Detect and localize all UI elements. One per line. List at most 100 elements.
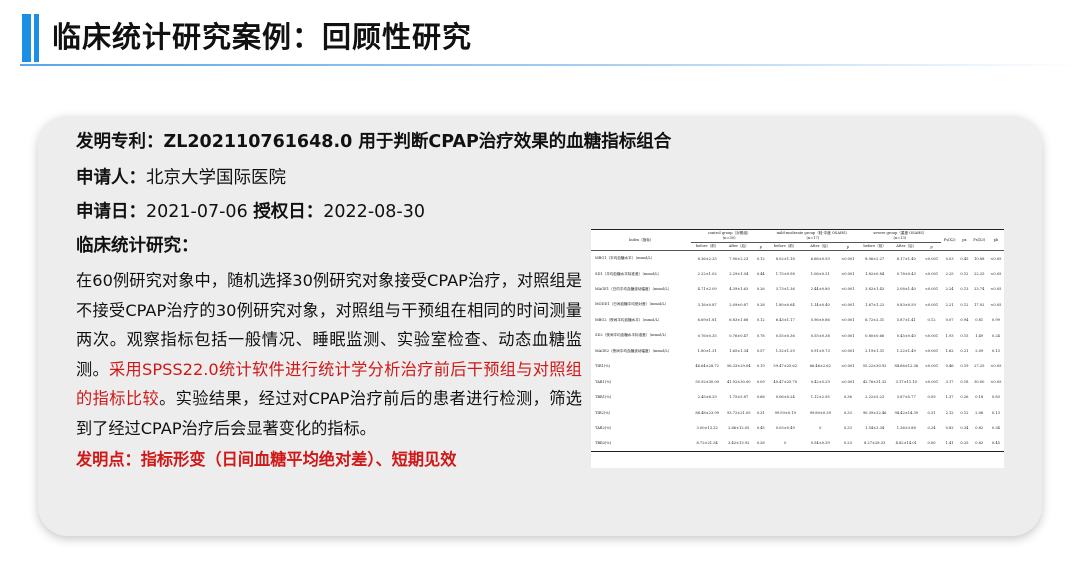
table-cell: <0.001 xyxy=(924,302,939,307)
table-row: MAGE2（夜间平均血糖波动幅度）（mmol/L） 1.80±1.31 1.65±1… xyxy=(591,343,1004,358)
table-cell: 1.65±1.34 xyxy=(729,349,749,354)
table-cell: 0.36 xyxy=(843,395,852,400)
table-cell: 1.41 xyxy=(940,435,959,453)
table-header-index: Index（指标） xyxy=(591,229,692,251)
table-cell: 99.80±0.39 xyxy=(809,410,831,415)
table-cell: 8.36±2.33 xyxy=(697,256,717,261)
table-cell: <0.001 xyxy=(841,379,855,384)
table-cell: 17.92 xyxy=(974,302,985,307)
table-cell: 4.39±1.63 xyxy=(729,287,749,292)
table-cell: 1.80±1.31 xyxy=(697,349,717,354)
table-cell: 1.75±5.87 xyxy=(729,395,749,400)
applicant-value: 北京大学国际医院 xyxy=(146,168,286,188)
table-cell: 0.12 xyxy=(960,410,969,415)
table-cell: <0.001 xyxy=(924,349,939,354)
table-cell: 0.26 xyxy=(754,435,767,453)
table-cell: 0.46 xyxy=(945,364,954,369)
table-header-fs3: Fs(X3) xyxy=(970,229,988,251)
table-cell: 2.22±1.02 xyxy=(697,272,717,277)
table-cell: <0.001 xyxy=(841,287,855,292)
table-cell: 2.24 xyxy=(945,287,954,292)
table-cell-index: MAGE1（日内平均血糖波动幅度）（mmol/L） xyxy=(595,286,672,291)
table-cell: <0.001 xyxy=(841,333,855,338)
table-cell: 1.67±1.22 xyxy=(865,302,885,307)
table-cell: 0.55±0.36 xyxy=(775,333,795,338)
table-cell: 93.72±21.05 xyxy=(726,410,751,415)
table-cell: 0.06±0.24 xyxy=(775,395,795,400)
table-cell: 0.78±0.43 xyxy=(896,272,916,277)
table-cell: <0.05 xyxy=(990,272,1002,277)
table-cell: 2.45±6.29 xyxy=(697,395,717,400)
sub-header: p xyxy=(754,242,767,251)
table-cell: 3.17±11.10 xyxy=(895,379,917,384)
table-cell: 0.91±0.73 xyxy=(810,349,830,354)
table-cell: <0.001 xyxy=(841,272,855,277)
table-cell: 5.87±1.41 xyxy=(896,318,916,323)
sub-header: After（后） xyxy=(890,242,923,251)
table-cell: 0.45 xyxy=(987,435,1004,453)
table-group-mild: mild-moderate group（轻-中度 OSAHS） (n=17) xyxy=(766,229,859,243)
table-row: TAR2(%) 3.00±13.32 2.86±12.05 0.45 0.03±0.49… xyxy=(591,420,1004,435)
table-cell: 1.75±0.98 xyxy=(775,272,795,277)
table-cell: <0.001 xyxy=(924,364,939,369)
title-underline xyxy=(20,64,1080,66)
table-cell: 6.72±2.31 xyxy=(865,318,885,323)
table-cell: 2.12 xyxy=(945,410,954,415)
table-cell: 0.45 xyxy=(756,425,765,430)
table-cell: 0.55±0.38 xyxy=(810,333,830,338)
table-cell: <0.05 xyxy=(990,287,1002,292)
table-cell: 8.02±1.18 xyxy=(775,256,795,261)
table-cell: <0.001 xyxy=(924,333,939,338)
sub-header: before（前） xyxy=(766,242,804,251)
table-cell: 1.93 xyxy=(945,333,954,338)
table-cell: 3.17 xyxy=(945,379,954,384)
patent-title-line: 发明专利：ZL202110761648.0 用于判断CPAP治疗效果的血糖指标组… xyxy=(76,128,671,153)
apply-date-value: 2021-07-06 xyxy=(146,202,248,222)
table-cell: 0.82 xyxy=(970,435,988,453)
results-table: Index（指标） control group（对照组） (n=30) mild-… xyxy=(591,229,1004,453)
table-cell: 10.88 xyxy=(974,256,985,261)
table-cell: 0.26 xyxy=(756,287,765,292)
table-cell: 0 xyxy=(766,435,804,453)
table-cell: 0.33 xyxy=(843,425,852,430)
table-cell: 0.03 xyxy=(945,256,954,261)
apply-date-label: 申请日： xyxy=(76,202,146,222)
table-row: MBG1（平均血糖水平）（mmol/L） 8.36±2.33 7.90±2.23 0.… xyxy=(591,251,1004,267)
table-cell-index: SD2（夜间平均血糖水平标准差）（mmol/L） xyxy=(595,333,669,338)
table-cell: 4.82±14.01 xyxy=(890,435,923,453)
table-row: SD1（平均血糖水平标准差）（mmol/L） 2.22±1.02 2.29±1.04… xyxy=(591,266,1004,281)
table-cell: <0.001 xyxy=(924,272,939,277)
table-cell: 6.83±1.68 xyxy=(729,318,749,323)
table-cell: 22.25 xyxy=(974,272,985,277)
study-body: 在60例研究对象中，随机选择30例研究对象接受CPAP治疗，对照组是不接受CPA… xyxy=(76,266,582,443)
table-cell: 0 xyxy=(819,425,822,430)
table-cell: 0.24 xyxy=(927,425,936,430)
patent-number-title: ZL202110761648.0 用于判断CPAP治疗效果的血糖指标组合 xyxy=(163,132,672,152)
dates-line: 申请日：2021-07-06 授权日：2022-08-30 xyxy=(76,198,425,223)
table-cell: 1.62 xyxy=(945,349,954,354)
table-cell: 1.80±0.64 xyxy=(775,302,795,307)
table-cell: 3.00±13.32 xyxy=(696,425,718,430)
table-cell-index: MBG1（平均血糖水平）（mmol/L） xyxy=(595,256,655,261)
table-cell: 0.19 xyxy=(756,364,765,369)
table-header-fs2: Fs(X2) xyxy=(940,229,959,251)
table-cell: 2.08±1.40 xyxy=(896,287,916,292)
table-cell: 0.83 xyxy=(991,395,1000,400)
grant-date-value: 2022-08-30 xyxy=(323,202,425,222)
table-group-severe: severe group（重度 OSAHS） (n=13) xyxy=(858,229,941,243)
table-cell: 0.13 xyxy=(960,287,969,292)
table-cell-index: TIR1(%) xyxy=(595,364,611,369)
table-cell: <0.001 xyxy=(841,318,855,323)
table-cell: 2.19±1.31 xyxy=(865,349,885,354)
study-heading: 临床统计研究： xyxy=(76,236,199,256)
table-cell: 0.78 xyxy=(756,333,765,338)
table-cell: 0.31 xyxy=(756,410,765,415)
table-cell-index: SD1（平均血糖水平标准差）（mmol/L） xyxy=(595,271,662,276)
table-cell: 27.25 xyxy=(974,364,985,369)
table-cell-index: TIR2(%) xyxy=(595,410,611,415)
sub-header: before（前） xyxy=(691,242,723,251)
table-cell: 3.42±13.92 xyxy=(722,435,755,453)
table-cell: 90.39±32.46 xyxy=(862,410,887,415)
table-cell: <0.05 xyxy=(990,256,1002,261)
table-cell: <0.001 xyxy=(841,364,855,369)
